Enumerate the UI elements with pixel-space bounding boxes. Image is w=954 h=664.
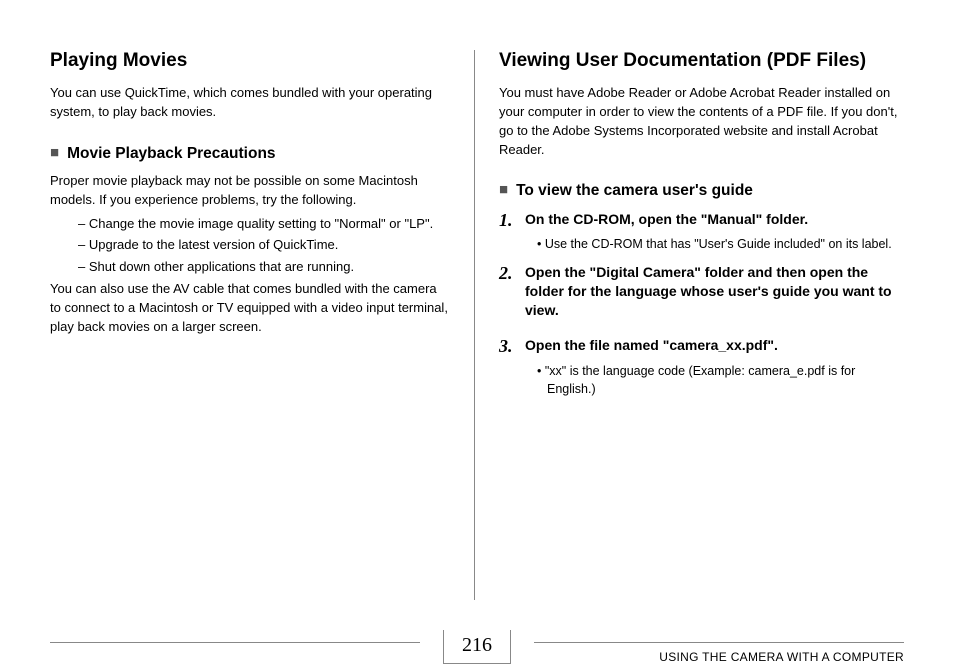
step-text: Open the "Digital Camera" folder and the… bbox=[525, 263, 899, 320]
step-1: 1. On the CD-ROM, open the "Manual" fold… bbox=[499, 210, 899, 232]
step-text: Open the file named "camera_xx.pdf". bbox=[525, 336, 778, 355]
footer-rule-left bbox=[50, 642, 420, 643]
heading-viewing-docs: Viewing User Documentation (PDF Files) bbox=[499, 50, 899, 72]
bullet-list-step1: Use the CD-ROM that has "User's Guide in… bbox=[537, 235, 899, 253]
body-precautions-intro: Proper movie playback may not be possibl… bbox=[50, 172, 450, 210]
subheading-view-guide: ■ To view the camera user's guide bbox=[499, 181, 899, 201]
list-item: "xx" is the language code (Example: came… bbox=[537, 362, 899, 398]
subheading-title: Movie Playback Precautions bbox=[67, 144, 275, 164]
footer-rule-right bbox=[534, 642, 904, 643]
list-item: Upgrade to the latest version of QuickTi… bbox=[78, 235, 450, 255]
step-text: On the CD-ROM, open the "Manual" folder. bbox=[525, 210, 808, 229]
intro-right: You must have Adobe Reader or Adobe Acro… bbox=[499, 84, 899, 159]
page-number: 216 bbox=[443, 630, 511, 664]
subheading-precautions: ■ Movie Playback Precautions bbox=[50, 144, 450, 164]
list-item: Use the CD-ROM that has "User's Guide in… bbox=[537, 235, 899, 253]
content-columns: Playing Movies You can use QuickTime, wh… bbox=[50, 50, 904, 560]
step-number: 2. bbox=[499, 263, 517, 285]
dash-list-precautions: Change the movie image quality setting t… bbox=[78, 214, 450, 277]
step-3: 3. Open the file named "camera_xx.pdf". bbox=[499, 336, 899, 358]
footer-section-label: USING THE CAMERA WITH A COMPUTER bbox=[659, 650, 904, 664]
square-marker-icon: ■ bbox=[499, 181, 508, 199]
subheading-title: To view the camera user's guide bbox=[516, 181, 753, 201]
step-number: 1. bbox=[499, 210, 517, 232]
bullet-list-step3: "xx" is the language code (Example: came… bbox=[537, 362, 899, 398]
heading-playing-movies: Playing Movies bbox=[50, 50, 450, 72]
body-av-cable: You can also use the AV cable that comes… bbox=[50, 280, 450, 337]
left-column: Playing Movies You can use QuickTime, wh… bbox=[50, 50, 470, 560]
intro-left: You can use QuickTime, which comes bundl… bbox=[50, 84, 450, 122]
step-2: 2. Open the "Digital Camera" folder and … bbox=[499, 263, 899, 320]
list-item: Change the movie image quality setting t… bbox=[78, 214, 450, 234]
list-item: Shut down other applications that are ru… bbox=[78, 257, 450, 277]
step-number: 3. bbox=[499, 336, 517, 358]
right-column: Viewing User Documentation (PDF Files) Y… bbox=[479, 50, 904, 560]
square-marker-icon: ■ bbox=[50, 144, 59, 162]
column-divider bbox=[474, 50, 475, 600]
